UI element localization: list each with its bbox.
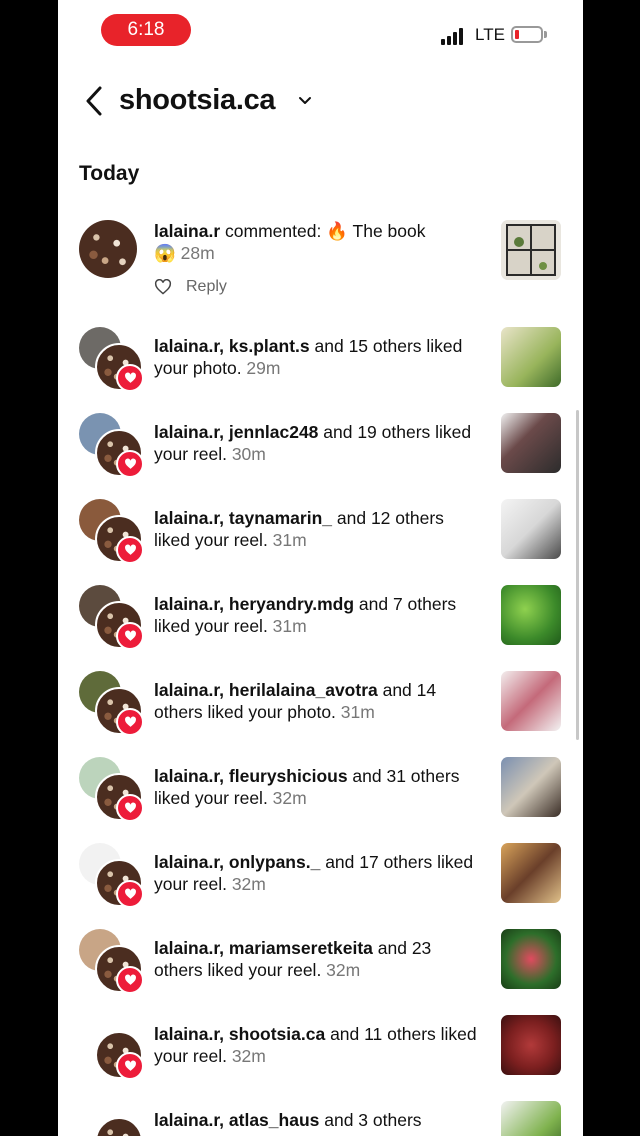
notification-users[interactable]: lalaina.r, onlypans._ bbox=[154, 852, 320, 872]
heart-badge-icon bbox=[116, 708, 144, 736]
like-notification[interactable]: lalaina.r, onlypans._ and 17 others like… bbox=[58, 843, 583, 908]
status-time: 6:18 bbox=[101, 14, 191, 46]
heart-badge-icon bbox=[116, 966, 144, 994]
avatar-stack[interactable] bbox=[79, 929, 145, 994]
comment-text: lalaina.r commented: 🔥 The book 😱 28m bbox=[154, 220, 484, 264]
notification-users[interactable]: lalaina.r, jennlac248 bbox=[154, 422, 318, 442]
post-thumbnail[interactable] bbox=[501, 413, 561, 473]
like-notification[interactable]: lalaina.r, atlas_haus and 3 others bbox=[58, 1101, 583, 1136]
notification-time: 32m bbox=[231, 874, 266, 894]
notification-time: 31m bbox=[272, 616, 307, 636]
avatar-stack[interactable] bbox=[79, 671, 145, 736]
comment-notification[interactable]: lalaina.r commented: 🔥 The book 😱 28m bbox=[58, 220, 583, 305]
notification-text: lalaina.r, mariamseretkeita and 23 other… bbox=[154, 937, 484, 981]
notification-text: lalaina.r, herilalaina_avotra and 14 oth… bbox=[154, 679, 484, 723]
avatar-stack[interactable] bbox=[79, 1101, 145, 1136]
scrollbar[interactable] bbox=[576, 410, 579, 740]
battery-icon bbox=[511, 26, 543, 43]
battery-tip bbox=[544, 31, 547, 38]
notification-text: lalaina.r, shootsia.ca and 11 others lik… bbox=[154, 1023, 484, 1067]
notification-text: lalaina.r, taynamarin_ and 12 others lik… bbox=[154, 507, 484, 551]
notification-text: lalaina.r, jennlac248 and 19 others like… bbox=[154, 421, 484, 465]
like-notification[interactable]: lalaina.r, mariamseretkeita and 23 other… bbox=[58, 929, 583, 994]
avatar-stack[interactable] bbox=[79, 843, 145, 908]
notification-users[interactable]: lalaina.r, herilalaina_avotra bbox=[154, 680, 378, 700]
notification-body: and 3 others bbox=[319, 1110, 422, 1130]
avatar[interactable] bbox=[79, 220, 137, 278]
avatar-stack[interactable] bbox=[79, 499, 145, 564]
post-thumbnail[interactable] bbox=[501, 499, 561, 559]
header: shootsia.ca bbox=[58, 64, 583, 140]
notification-text: lalaina.r, onlypans._ and 17 others like… bbox=[154, 851, 484, 895]
avatar-stack[interactable] bbox=[79, 413, 145, 478]
notification-users[interactable]: lalaina.r, shootsia.ca bbox=[154, 1024, 325, 1044]
comment-emoji: 😱 bbox=[154, 243, 176, 263]
heart-icon[interactable] bbox=[154, 279, 172, 295]
notification-time: 30m bbox=[231, 444, 266, 464]
post-thumbnail[interactable] bbox=[501, 1015, 561, 1075]
heart-badge-icon bbox=[116, 794, 144, 822]
notification-users[interactable]: lalaina.r, ks.plant.s bbox=[154, 336, 310, 356]
heart-badge-icon bbox=[116, 622, 144, 650]
notification-time: 32m bbox=[326, 960, 361, 980]
like-notification[interactable]: lalaina.r, fleuryshicious and 31 others … bbox=[58, 757, 583, 822]
heart-badge-icon bbox=[116, 364, 144, 392]
notification-users[interactable]: lalaina.r, heryandry.mdg bbox=[154, 594, 354, 614]
post-thumbnail[interactable] bbox=[501, 1101, 561, 1136]
like-notification[interactable]: lalaina.r, heryandry.mdg and 7 others li… bbox=[58, 585, 583, 650]
avatar-stack[interactable] bbox=[79, 757, 145, 822]
section-title: Today bbox=[79, 162, 140, 185]
notification-time: 29m bbox=[246, 358, 281, 378]
like-notification[interactable]: lalaina.r, jennlac248 and 19 others like… bbox=[58, 413, 583, 478]
notification-users[interactable]: lalaina.r, taynamarin_ bbox=[154, 508, 332, 528]
notifications-screen: 6:18 LTE shootsia.ca Today lalaina.r com… bbox=[58, 0, 583, 1136]
notification-text: lalaina.r, atlas_haus and 3 others bbox=[154, 1109, 484, 1131]
notification-time: 32m bbox=[272, 788, 307, 808]
signal-icon bbox=[441, 27, 463, 45]
comment-actions: Reply bbox=[154, 277, 227, 297]
post-thumbnail[interactable] bbox=[501, 929, 561, 989]
heart-badge-icon bbox=[116, 1052, 144, 1080]
heart-badge-icon bbox=[116, 536, 144, 564]
heart-badge-icon bbox=[116, 450, 144, 478]
notification-text: lalaina.r, heryandry.mdg and 7 others li… bbox=[154, 593, 484, 637]
comment-action: commented: bbox=[225, 221, 322, 241]
notification-text: lalaina.r, ks.plant.s and 15 others like… bbox=[154, 335, 484, 379]
avatar-stack[interactable] bbox=[79, 585, 145, 650]
like-notification[interactable]: lalaina.r, herilalaina_avotra and 14 oth… bbox=[58, 671, 583, 736]
post-thumbnail[interactable] bbox=[501, 585, 561, 645]
post-thumbnail[interactable] bbox=[501, 327, 561, 387]
post-thumbnail[interactable] bbox=[501, 671, 561, 731]
notification-users[interactable]: lalaina.r, mariamseretkeita bbox=[154, 938, 373, 958]
notification-users[interactable]: lalaina.r, fleuryshicious bbox=[154, 766, 348, 786]
notification-time: 32m bbox=[231, 1046, 266, 1066]
like-notification[interactable]: lalaina.r, taynamarin_ and 12 others lik… bbox=[58, 499, 583, 564]
notification-users[interactable]: lalaina.r, atlas_haus bbox=[154, 1110, 319, 1130]
avatar-stack[interactable] bbox=[79, 327, 145, 392]
avatar-stack[interactable] bbox=[79, 1015, 145, 1080]
status-bar: 6:18 LTE bbox=[58, 0, 583, 64]
post-thumbnail[interactable] bbox=[501, 757, 561, 817]
network-label: LTE bbox=[475, 25, 505, 44]
comment-body: 🔥 The book bbox=[326, 221, 426, 241]
notification-time: 31m bbox=[272, 530, 307, 550]
like-notification[interactable]: lalaina.r, shootsia.ca and 11 others lik… bbox=[58, 1015, 583, 1080]
notification-text: lalaina.r, fleuryshicious and 31 others … bbox=[154, 765, 484, 809]
back-chevron-icon[interactable] bbox=[82, 84, 108, 118]
dropdown-chevron-icon[interactable] bbox=[297, 94, 313, 108]
post-thumbnail[interactable] bbox=[501, 843, 561, 903]
post-thumbnail[interactable] bbox=[501, 220, 561, 280]
heart-badge-icon bbox=[116, 880, 144, 908]
comment-time: 28m bbox=[180, 243, 215, 263]
reply-button[interactable]: Reply bbox=[186, 278, 227, 296]
account-title[interactable]: shootsia.ca bbox=[119, 84, 276, 117]
notification-time: 31m bbox=[340, 702, 375, 722]
like-notification[interactable]: lalaina.r, ks.plant.s and 15 others like… bbox=[58, 327, 583, 392]
comment-user[interactable]: lalaina.r bbox=[154, 221, 220, 241]
